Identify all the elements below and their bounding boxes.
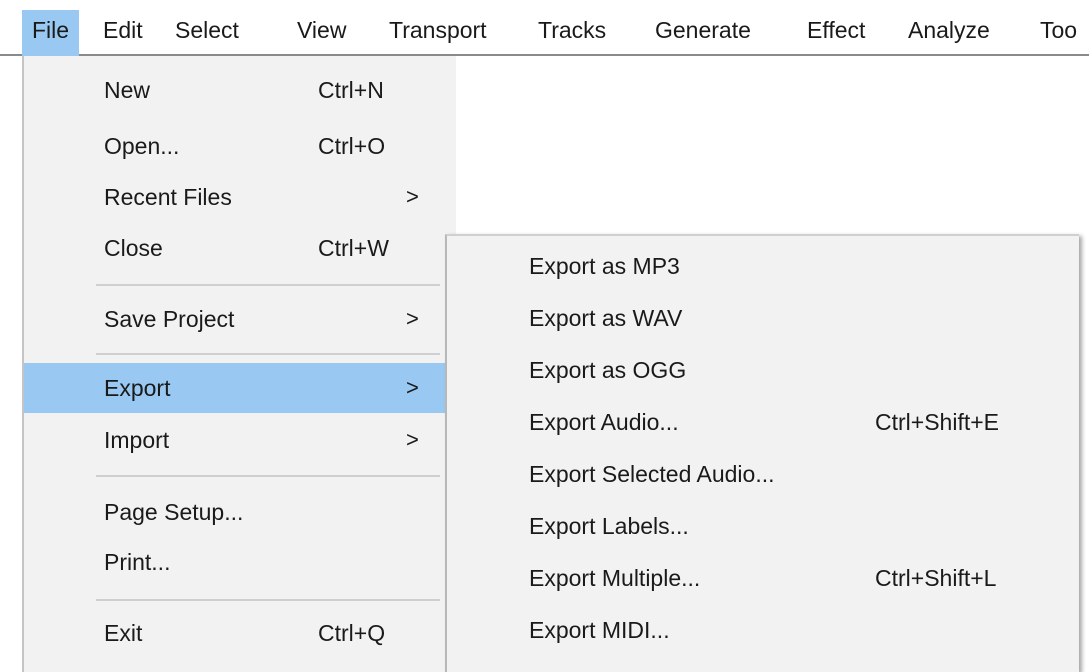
export-menu-item-audio[interactable]: Export Audio... Ctrl+Shift+E: [447, 400, 1077, 444]
menu-item-label: Import: [104, 427, 170, 453]
menu-item-label: Open...: [104, 133, 180, 159]
export-menu-item-selected-audio[interactable]: Export Selected Audio...: [447, 452, 1077, 496]
export-menu-item-midi[interactable]: Export MIDI...: [447, 608, 1077, 652]
file-menu-item-import[interactable]: Import >: [24, 421, 456, 459]
export-menu-item-mp3[interactable]: Export as MP3: [447, 244, 1077, 288]
menu-separator: [96, 599, 440, 601]
menu-item-label: Page Setup...: [104, 499, 244, 525]
menu-item-label: Save Project: [104, 306, 235, 332]
menu-item-label: Export Labels...: [529, 513, 689, 539]
menu-item-label: Export Multiple...: [529, 565, 701, 591]
menu-item-label: Export: [104, 375, 171, 401]
export-menu-item-labels[interactable]: Export Labels...: [447, 504, 1077, 548]
menu-item-label: Export as WAV: [529, 305, 683, 331]
menu-file[interactable]: File: [22, 10, 80, 56]
menu-item-label: Recent Files: [104, 184, 232, 210]
file-menu-item-recent-files[interactable]: Recent Files >: [24, 178, 456, 216]
menu-item-shortcut: Ctrl+O: [318, 133, 386, 159]
menu-item-label: Exit: [104, 620, 143, 646]
menu-item-label: Export Selected Audio...: [529, 461, 775, 487]
file-menu-item-save-project[interactable]: Save Project >: [24, 300, 456, 338]
menu-generate[interactable]: Generate: [645, 10, 761, 56]
menu-item-label: New: [104, 77, 151, 103]
menu-effect[interactable]: Effect: [797, 10, 875, 56]
menu-item-shortcut: Ctrl+W: [318, 235, 389, 261]
menu-separator: [96, 475, 440, 477]
menu-select[interactable]: Select: [165, 10, 249, 56]
export-submenu: Export as MP3 Export as WAV Export as OG…: [445, 234, 1079, 672]
menu-tools[interactable]: Too: [1030, 10, 1087, 56]
file-menu-item-exit[interactable]: Exit Ctrl+Q: [24, 614, 456, 652]
file-menu: New Ctrl+N Open... Ctrl+O Recent Files >…: [22, 56, 456, 672]
chevron-right-icon: >: [406, 306, 419, 331]
menu-item-label: Export as MP3: [529, 253, 680, 279]
menu-bar: File Edit Select View Transport Tracks G…: [0, 0, 1089, 56]
menu-item-shortcut: Ctrl+N: [318, 77, 384, 103]
menu-edit[interactable]: Edit: [93, 10, 153, 56]
menu-item-label: Export Audio...: [529, 409, 679, 435]
menu-tracks[interactable]: Tracks: [528, 10, 616, 56]
export-menu-item-ogg[interactable]: Export as OGG: [447, 348, 1077, 392]
menu-analyze[interactable]: Analyze: [898, 10, 1000, 56]
chevron-right-icon: >: [406, 427, 419, 452]
menu-view[interactable]: View: [287, 10, 356, 56]
menu-separator: [96, 284, 440, 286]
file-menu-item-open[interactable]: Open... Ctrl+O: [24, 127, 456, 165]
file-menu-item-close[interactable]: Close Ctrl+W: [24, 229, 456, 267]
menu-item-shortcut: Ctrl+Q: [318, 620, 386, 646]
file-menu-item-page-setup[interactable]: Page Setup...: [24, 493, 456, 531]
menu-item-label: Close: [104, 235, 163, 261]
file-menu-item-print[interactable]: Print...: [24, 543, 456, 581]
menu-item-shortcut: Ctrl+Shift+E: [875, 409, 999, 435]
chevron-right-icon: >: [406, 184, 419, 209]
chevron-right-icon: >: [406, 375, 419, 400]
export-menu-item-multiple[interactable]: Export Multiple... Ctrl+Shift+L: [447, 556, 1077, 600]
menu-item-label: Export as OGG: [529, 357, 687, 383]
file-menu-item-new[interactable]: New Ctrl+N: [24, 71, 456, 109]
file-menu-item-export[interactable]: Export >: [24, 363, 456, 413]
menu-item-label: Print...: [104, 549, 171, 575]
export-menu-item-wav[interactable]: Export as WAV: [447, 296, 1077, 340]
menu-item-shortcut: Ctrl+Shift+L: [875, 565, 997, 591]
menu-item-label: Export MIDI...: [529, 617, 670, 643]
menu-transport[interactable]: Transport: [379, 10, 497, 56]
menu-separator: [96, 353, 440, 355]
